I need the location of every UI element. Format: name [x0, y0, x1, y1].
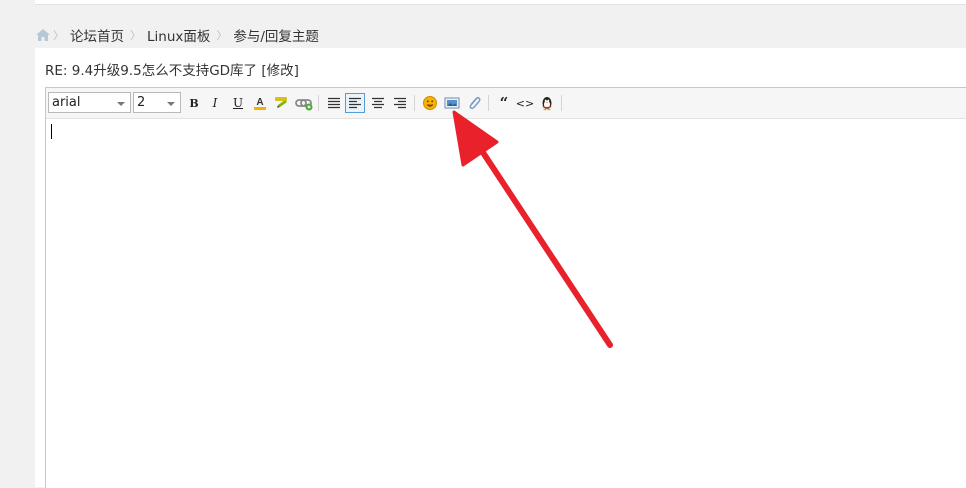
qq-button[interactable]: [538, 94, 556, 112]
penguin-icon: [542, 97, 552, 111]
attach-file-button[interactable]: [465, 94, 483, 112]
align-center-button[interactable]: [369, 94, 387, 112]
underline-button[interactable]: U: [229, 94, 247, 112]
italic-button[interactable]: I: [206, 94, 224, 112]
align-left-icon: [349, 97, 361, 109]
top-panel: [35, 0, 966, 5]
breadcrumb-separator: 〉: [216, 29, 228, 42]
align-justify-button[interactable]: [325, 94, 343, 112]
spellcheck-button[interactable]: [273, 94, 291, 112]
bold-button[interactable]: B: [185, 94, 203, 112]
breadcrumb-linux-panel[interactable]: Linux面板: [147, 25, 210, 45]
toolbar-divider: [414, 95, 415, 111]
smiley-icon: [423, 96, 437, 110]
align-left-button[interactable]: [345, 93, 365, 113]
text-cursor: [51, 124, 52, 139]
image-icon: [444, 97, 460, 109]
align-right-button[interactable]: [391, 94, 409, 112]
paperclip-icon: [469, 96, 481, 110]
link-icon: [295, 99, 313, 111]
align-right-icon: [394, 97, 406, 109]
breadcrumb-forum-home[interactable]: 论坛首页: [70, 25, 124, 45]
breadcrumb: 〉 论坛首页 〉 Linux面板 〉 参与/回复主题: [35, 25, 325, 45]
insert-image-button[interactable]: [443, 94, 461, 112]
insert-link-button[interactable]: [295, 94, 313, 112]
font-color-icon: A: [254, 97, 266, 110]
post-title: RE: 9.4升级9.5怎么不支持GD库了 [修改]: [45, 63, 299, 79]
font-color-glyph: A: [256, 97, 263, 108]
insert-emoji-button[interactable]: [421, 94, 439, 112]
font-color-button[interactable]: A: [251, 94, 269, 112]
reply-panel: RE: 9.4升级9.5怎么不支持GD库了 [修改] arial 2 B I U…: [35, 48, 966, 488]
breadcrumb-separator: 〉: [130, 29, 141, 42]
chevron-down-icon: [167, 102, 175, 106]
editor-toolbar: arial 2 B I U A “ <>: [46, 88, 966, 119]
chevron-down-icon: [117, 102, 125, 106]
home-icon[interactable]: [35, 28, 51, 42]
toolbar-divider: [561, 95, 562, 111]
font-family-select[interactable]: arial: [48, 92, 131, 113]
font-size-select[interactable]: 2: [133, 92, 181, 113]
toolbar-divider: [488, 95, 489, 111]
breadcrumb-separator: 〉: [53, 29, 64, 42]
toolbar-divider: [318, 95, 319, 111]
align-center-icon: [372, 97, 384, 109]
quote-button[interactable]: “: [495, 94, 513, 112]
font-family-value: arial: [52, 95, 81, 110]
breadcrumb-reply-topic: 参与/回复主题: [233, 29, 319, 45]
highlighter-icon: [275, 97, 287, 108]
rich-text-editor: arial 2 B I U A “ <>: [45, 87, 966, 488]
align-justify-icon: [328, 97, 340, 109]
message-body-input[interactable]: [46, 119, 966, 488]
code-button[interactable]: <>: [516, 94, 534, 112]
font-size-value: 2: [137, 95, 146, 110]
